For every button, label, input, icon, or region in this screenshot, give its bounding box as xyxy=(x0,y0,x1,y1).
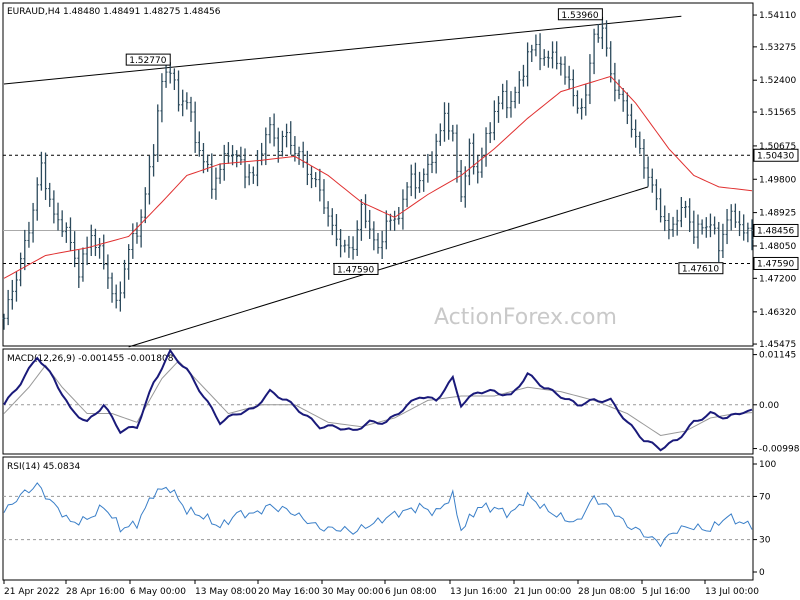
x-axis-tick-label: 21 Apr 2022 xyxy=(4,587,60,597)
price-panel-title: EURAUD,H4 1.48480 1.48491 1.48275 1.4845… xyxy=(7,7,221,17)
rsi-panel-title: RSI(14) 45.0834 xyxy=(7,462,80,472)
x-axis-tick-label: 6 Jun 08:00 xyxy=(385,587,437,597)
x-axis-tick-label: 20 May 16:00 xyxy=(258,587,320,597)
macd-axis-tick-label: -0.009985 xyxy=(759,445,800,455)
price-axis-tick-label: 1.48050 xyxy=(759,242,796,252)
rsi-axis-tick-label: 70 xyxy=(759,492,771,502)
rsi-axis-tick-label: 0 xyxy=(759,568,765,578)
forex-chart: ActionForex.com EURAUD,H4 1.48480 1.4849… xyxy=(0,0,800,600)
price-level-label: 1.48456 xyxy=(757,226,794,236)
price-axis-tick-label: 1.52400 xyxy=(759,76,796,86)
rsi-axis-tick-label: 30 xyxy=(759,536,771,546)
macd-axis-tick-label: 0.00 xyxy=(759,401,779,411)
price-axis-tick-label: 1.46320 xyxy=(759,308,796,318)
price-axis-tick-label: 1.49800 xyxy=(759,175,796,185)
x-axis-tick-label: 28 Apr 16:00 xyxy=(66,587,125,597)
x-axis-tick-label: 21 Jun 00:00 xyxy=(514,587,571,597)
watermark: ActionForex.com xyxy=(434,305,617,330)
macd-axis-tick-label: 0.01145 xyxy=(759,351,796,361)
price-axis-tick-label: 1.54110 xyxy=(759,11,796,21)
x-axis-tick-label: 5 Jul 16:00 xyxy=(642,587,691,597)
annotation-label: 1.47610 xyxy=(682,265,719,275)
annotation-label: 1.52770 xyxy=(129,56,166,66)
price-axis-tick-label: 1.51565 xyxy=(759,108,796,118)
x-axis-tick-label: 13 Jul 00:00 xyxy=(705,587,759,597)
rsi-axis-tick-label: 100 xyxy=(759,460,776,470)
x-axis-tick-label: 28 Jun 08:00 xyxy=(578,587,635,597)
annotation-label: 1.47590 xyxy=(337,265,374,275)
annotation-label: 1.53960 xyxy=(561,11,598,21)
price-axis-tick-label: 1.45475 xyxy=(759,340,796,350)
price-level-label: 1.50430 xyxy=(757,151,794,161)
price-level-label: 1.47590 xyxy=(757,259,794,269)
price-axis-tick-label: 1.53275 xyxy=(759,43,796,53)
price-axis-tick-label: 1.48925 xyxy=(759,209,796,219)
x-axis-tick-label: 30 May 00:00 xyxy=(322,587,384,597)
x-axis-tick-label: 13 Jun 16:00 xyxy=(450,587,507,597)
price-axis-tick-label: 1.47200 xyxy=(759,274,796,284)
x-axis-tick-label: 13 May 08:00 xyxy=(195,587,257,597)
x-axis-tick-label: 6 May 00:00 xyxy=(130,587,186,597)
